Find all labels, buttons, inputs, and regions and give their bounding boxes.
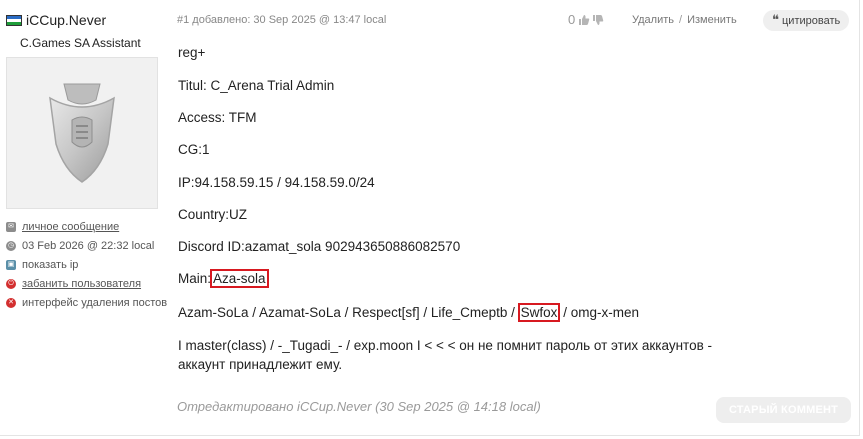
highlight-box: Swfox xyxy=(517,303,561,322)
user-role: C.Games SA Assistant xyxy=(20,36,141,50)
accounts-suffix: / omg-x-men xyxy=(559,305,639,320)
old-comment-button[interactable]: СТАРЫЙ КОММЕНТ xyxy=(716,397,851,423)
rating: 0 xyxy=(568,12,605,27)
post-line: I master(class) / -_Tugadi_- / exp.moon … xyxy=(178,338,712,353)
user-actions-list: ✉ личное сообщение ◷ 03 Feb 2026 @ 22:32… xyxy=(6,218,167,312)
post-line-accounts: Azam-SoLa / Azamat-SoLa / Respect[sf] / … xyxy=(178,303,639,322)
edited-note: Отредактировано iCCup.Never (30 Sep 2025… xyxy=(177,399,541,414)
quote-icon: ❝ xyxy=(772,13,779,28)
quote-button[interactable]: ❝ цитировать xyxy=(763,10,850,31)
post-line: CG:1 xyxy=(178,142,210,157)
post-line: аккаунт принадлежит ему. xyxy=(178,357,343,372)
show-ip-link[interactable]: показать ip xyxy=(22,259,78,271)
main-prefix: Main: xyxy=(178,271,212,286)
post-line: Titul: C_Arena Trial Admin xyxy=(178,78,335,93)
side-item-ban[interactable]: ⏻ забанить пользователя xyxy=(6,274,167,293)
side-item-delete-posts[interactable]: ✕ интерфейс удаления постов xyxy=(6,293,167,312)
accounts-prefix: Azam-SoLa / Azamat-SoLa / Respect[sf] / … xyxy=(178,305,519,320)
avatar xyxy=(6,57,158,209)
trophy-shield-icon xyxy=(49,83,115,183)
post-line: Country:UZ xyxy=(178,207,248,222)
ban-user-link[interactable]: забанить пользователя xyxy=(22,278,141,290)
side-item-show-ip[interactable]: ▣ показать ip xyxy=(6,256,167,275)
username[interactable]: iCCup.Never xyxy=(26,12,106,28)
actions-separator: / xyxy=(679,14,683,26)
post-line: Access: TFM xyxy=(178,110,257,125)
last-seen-text: 03 Feb 2026 @ 22:32 local xyxy=(22,240,155,253)
post-card: iCCup.Never C.Games SA Assistant ✉ лично… xyxy=(0,0,860,436)
clock-icon: ◷ xyxy=(6,241,16,252)
post-actions: Удалить / Изменить xyxy=(632,14,737,26)
edit-post-link[interactable]: Изменить xyxy=(687,14,737,26)
side-item-message[interactable]: ✉ личное сообщение xyxy=(6,218,167,237)
post-line: IP:94.158.59.15 / 94.158.59.0/24 xyxy=(178,175,375,190)
user-header: iCCup.Never xyxy=(6,12,106,28)
post-line-main: Main: Aza-sola xyxy=(178,269,269,288)
private-message-link[interactable]: личное сообщение xyxy=(22,221,119,233)
ban-icon: ⏻ xyxy=(6,278,16,289)
delete-post-link[interactable]: Удалить xyxy=(632,14,674,26)
flag-icon xyxy=(6,14,22,26)
monitor-icon: ▣ xyxy=(6,259,16,270)
thumbs-up-icon[interactable] xyxy=(578,14,590,26)
post-line: reg+ xyxy=(178,45,206,60)
quote-button-label: цитировать xyxy=(782,14,841,27)
thumbs-down-icon[interactable] xyxy=(592,14,604,26)
side-item-last-seen: ◷ 03 Feb 2026 @ 22:32 local xyxy=(6,237,167,256)
highlight-box: Aza-sola xyxy=(210,269,269,288)
post-meta: #1 добавлено: 30 Sep 2025 @ 13:47 local xyxy=(177,14,387,26)
message-icon: ✉ xyxy=(6,222,16,233)
delete-icon: ✕ xyxy=(6,297,16,308)
rating-count: 0 xyxy=(568,12,576,27)
post-line: Discord ID:azamat_sola 90294365088608257… xyxy=(178,239,461,254)
delete-posts-link[interactable]: интерфейс удаления постов xyxy=(22,297,167,309)
